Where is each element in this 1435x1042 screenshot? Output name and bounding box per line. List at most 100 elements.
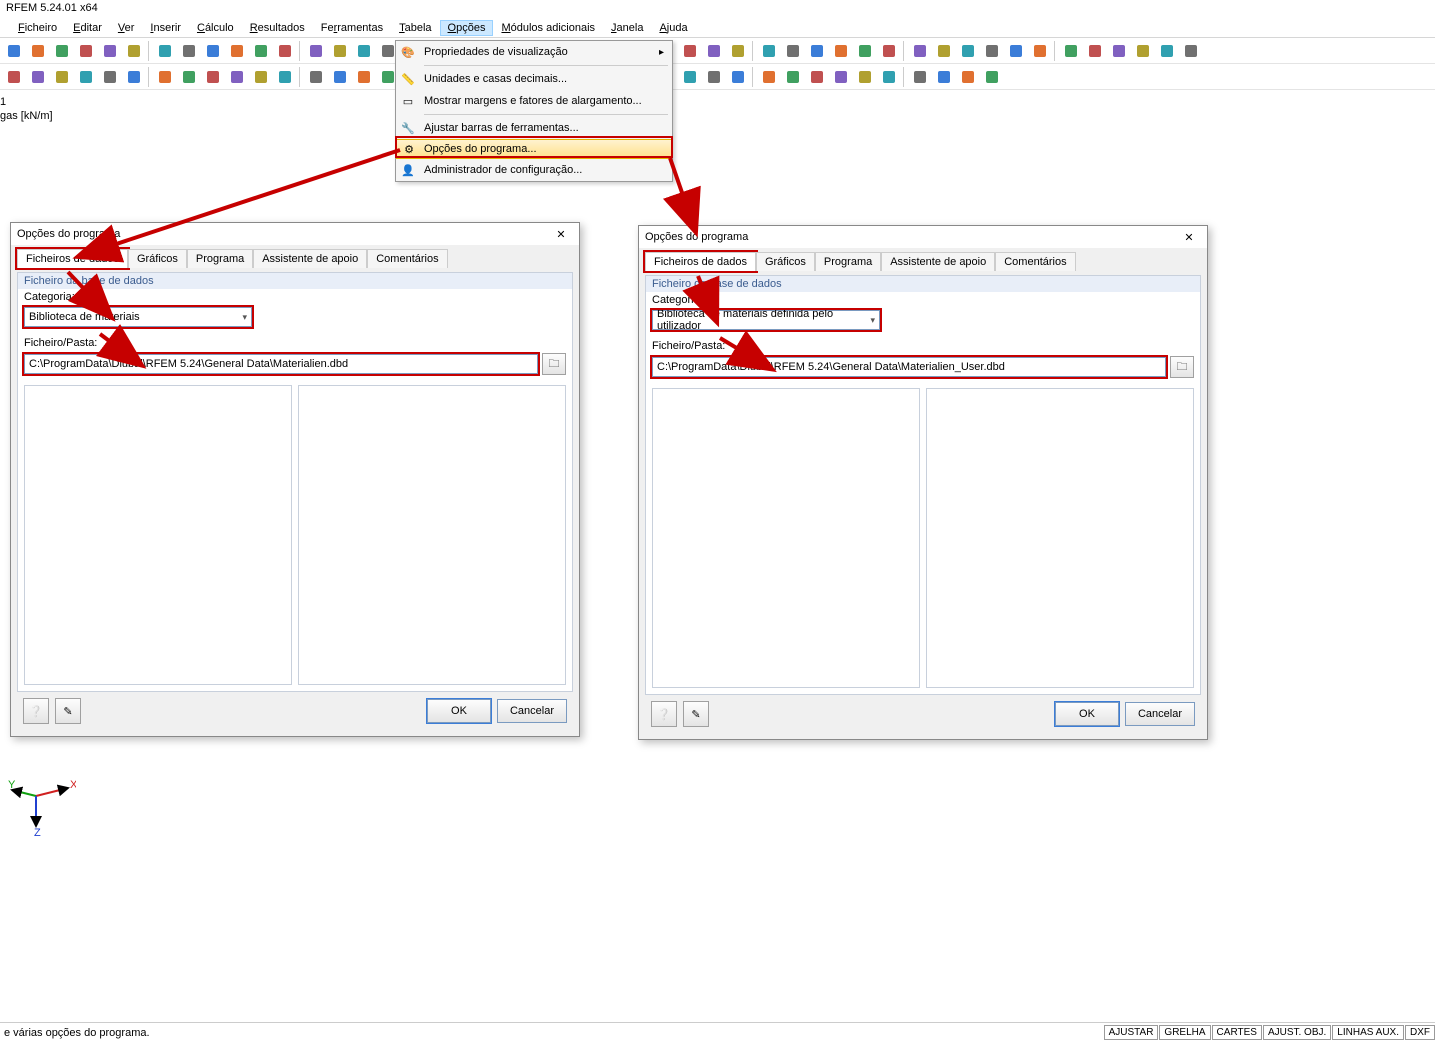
toolbar-button[interactable] — [2, 66, 25, 88]
toolbar-button[interactable] — [932, 40, 955, 62]
toolbar-button[interactable] — [50, 40, 73, 62]
status-cartes[interactable]: CARTES — [1212, 1025, 1262, 1040]
status-linhas-aux[interactable]: LINHAS AUX. — [1332, 1025, 1404, 1040]
browse-button[interactable]: 🗀 — [542, 353, 566, 375]
toolbar-button[interactable] — [781, 40, 804, 62]
toolbar-button[interactable] — [980, 66, 1003, 88]
close-button[interactable]: ✕ — [1177, 228, 1201, 246]
toolbar-button[interactable] — [702, 40, 725, 62]
toolbar-button[interactable] — [328, 40, 351, 62]
menu-ver[interactable]: Ver — [110, 20, 143, 36]
help-button[interactable]: ❔ — [651, 701, 677, 727]
menu-calculo[interactable]: Cálculo — [189, 20, 242, 36]
toolbar-button[interactable] — [201, 66, 224, 88]
toolbar-button[interactable] — [177, 40, 200, 62]
status-dxf[interactable]: DXF — [1405, 1025, 1435, 1040]
toolbar-button[interactable] — [26, 66, 49, 88]
toolbar-button[interactable] — [98, 66, 121, 88]
toolbar-button[interactable] — [829, 40, 852, 62]
ok-button[interactable]: OK — [427, 699, 491, 723]
toolbar-button[interactable] — [352, 66, 375, 88]
toolbar-button[interactable] — [122, 66, 145, 88]
tab-ficheiros-de-dados[interactable]: Ficheiros de dados — [17, 249, 128, 268]
menu-janela[interactable]: Janela — [603, 20, 651, 36]
tab-graficos[interactable]: Gráficos — [128, 249, 187, 268]
toolbar-button[interactable] — [98, 40, 121, 62]
toolbar-button[interactable] — [273, 40, 296, 62]
cancel-button[interactable]: Cancelar — [1125, 702, 1195, 726]
edit-button[interactable]: ✎ — [683, 701, 709, 727]
toolbar-button[interactable] — [757, 66, 780, 88]
tab-assistente[interactable]: Assistente de apoio — [253, 249, 367, 268]
toolbar-button[interactable] — [1059, 40, 1082, 62]
toolbar-button[interactable] — [908, 66, 931, 88]
path-field[interactable]: C:\ProgramData\Dlubal\RFEM 5.24\General … — [652, 357, 1166, 377]
toolbar-button[interactable] — [678, 66, 701, 88]
path-field[interactable]: C:\ProgramData\Dlubal\RFEM 5.24\General … — [24, 354, 538, 374]
toolbar-button[interactable] — [726, 66, 749, 88]
browse-button[interactable]: 🗀 — [1170, 356, 1194, 378]
ok-button[interactable]: OK — [1055, 702, 1119, 726]
tab-programa[interactable]: Programa — [187, 249, 253, 268]
toolbar-button[interactable] — [249, 40, 272, 62]
edit-button[interactable]: ✎ — [55, 698, 81, 724]
toolbar-button[interactable] — [50, 66, 73, 88]
menu-resultados[interactable]: Resultados — [242, 20, 313, 36]
tab-comentarios[interactable]: Comentários — [367, 249, 447, 268]
menu-modulos[interactable]: Módulos adicionais — [493, 20, 603, 36]
menu-margins[interactable]: ▭ Mostrar margens e fatores de alargamen… — [396, 90, 672, 112]
toolbar-button[interactable] — [1028, 40, 1051, 62]
cancel-button[interactable]: Cancelar — [497, 699, 567, 723]
tab-graficos[interactable]: Gráficos — [756, 252, 815, 271]
menu-config-manager[interactable]: 👤 Administrador de configuração... — [396, 159, 672, 181]
toolbar-button[interactable] — [956, 40, 979, 62]
close-button[interactable]: ✕ — [549, 225, 573, 243]
toolbar-button[interactable] — [1004, 40, 1027, 62]
help-button[interactable]: ❔ — [23, 698, 49, 724]
status-ajustar[interactable]: AJUSTAR — [1104, 1025, 1159, 1040]
toolbar-button[interactable] — [74, 40, 97, 62]
toolbar-button[interactable] — [853, 66, 876, 88]
toolbar-button[interactable] — [1179, 40, 1202, 62]
toolbar-button[interactable] — [956, 66, 979, 88]
toolbar-button[interactable] — [328, 66, 351, 88]
toolbar-button[interactable] — [678, 40, 701, 62]
toolbar-button[interactable] — [74, 66, 97, 88]
toolbar-button[interactable] — [201, 40, 224, 62]
toolbar-button[interactable] — [805, 40, 828, 62]
menu-program-options[interactable]: ⚙ Opções do programa... — [396, 139, 672, 159]
tab-comentarios[interactable]: Comentários — [995, 252, 1075, 271]
toolbar-button[interactable] — [273, 66, 296, 88]
status-grelha[interactable]: GRELHA — [1159, 1025, 1210, 1040]
toolbar-button[interactable] — [304, 66, 327, 88]
menu-tabela[interactable]: Tabela — [391, 20, 439, 36]
tab-programa[interactable]: Programa — [815, 252, 881, 271]
menu-editar[interactable]: Editar — [65, 20, 110, 36]
menu-inserir[interactable]: Inserir — [142, 20, 189, 36]
status-ajust-obj[interactable]: AJUST. OBJ. — [1263, 1025, 1331, 1040]
menu-ficheiro[interactable]: Ficheiro — [10, 20, 65, 36]
category-select[interactable]: Biblioteca de materiais definida pelo ut… — [652, 310, 880, 330]
toolbar-button[interactable] — [757, 40, 780, 62]
toolbar-button[interactable] — [1083, 40, 1106, 62]
toolbar-button[interactable] — [352, 40, 375, 62]
menu-ajuda[interactable]: Ajuda — [651, 20, 695, 36]
toolbar-button[interactable] — [702, 66, 725, 88]
tab-assistente[interactable]: Assistente de apoio — [881, 252, 995, 271]
toolbar-button[interactable] — [177, 66, 200, 88]
category-select[interactable]: Biblioteca de materiais ▾ — [24, 307, 252, 327]
toolbar-button[interactable] — [877, 40, 900, 62]
toolbar-button[interactable] — [225, 66, 248, 88]
toolbar-button[interactable] — [781, 66, 804, 88]
toolbar-button[interactable] — [980, 40, 1003, 62]
menu-opcoes[interactable]: Opções — [440, 20, 494, 36]
toolbar-button[interactable] — [153, 40, 176, 62]
toolbar-button[interactable] — [877, 66, 900, 88]
menu-display-properties[interactable]: 🎨 Propriedades de visualização — [396, 41, 672, 63]
menu-ferramentas[interactable]: Ferramentas — [313, 20, 391, 36]
toolbar-button[interactable] — [1107, 40, 1130, 62]
toolbar-button[interactable] — [225, 40, 248, 62]
dialog-titlebar[interactable]: Opções do programa ✕ — [639, 226, 1207, 248]
menu-units[interactable]: 📏 Unidades e casas decimais... — [396, 68, 672, 90]
toolbar-button[interactable] — [853, 40, 876, 62]
